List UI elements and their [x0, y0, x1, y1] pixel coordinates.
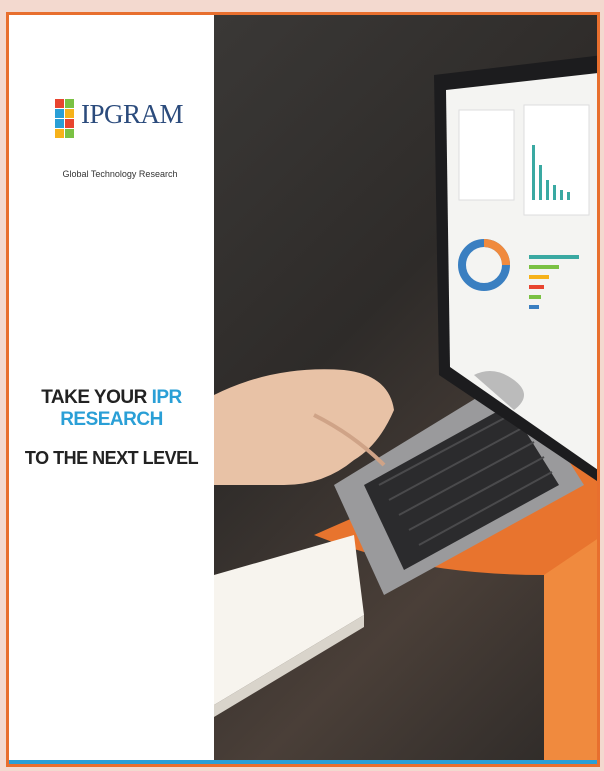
accent-bar — [9, 760, 597, 764]
logo-mark-icon — [55, 99, 75, 139]
headline-line-2: TO THE NEXT LEVEL — [24, 448, 199, 468]
photo-illustration — [214, 55, 597, 764]
brand-tagline: Global Technology Research — [62, 169, 178, 179]
ipgram-logo: IPGRAM — [49, 95, 184, 155]
ad-banner: IPGRAM Global Technology Research TAKE Y… — [6, 12, 600, 767]
text-panel: IPGRAM Global Technology Research TAKE Y… — [9, 15, 214, 764]
logo-wordmark: IPGRAM — [81, 99, 184, 129]
headline-line-1: TAKE YOUR IPR RESEARCH — [9, 387, 214, 431]
headline-prefix: TAKE YOUR — [41, 387, 152, 408]
laptop-analytics-photo — [214, 15, 597, 764]
